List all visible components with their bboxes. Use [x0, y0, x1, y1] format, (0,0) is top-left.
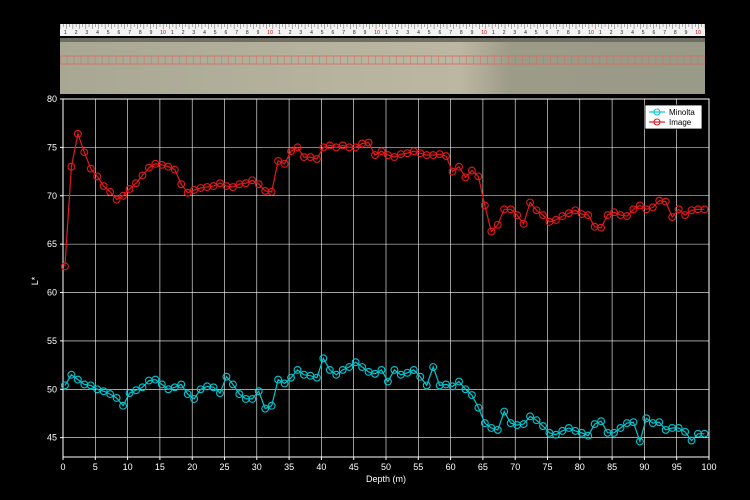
y-axis-title: L* [30, 276, 40, 285]
x-tick-label: 5 [93, 462, 98, 472]
legend: MinoltaImage [644, 104, 703, 130]
x-axis-ticks: 0 5 10 15 20 25 30 35 40 45 50 55 60 65 70 75 80 85 90 95 10… [60, 457, 717, 472]
y-tick-label: 55 [47, 336, 57, 346]
legend-image-label: Image [669, 118, 692, 127]
x-tick-label: 50 [381, 462, 391, 472]
x-tick-label: 55 [413, 462, 423, 472]
x-tick-label: 65 [478, 462, 488, 472]
x-tick-label: 60 [446, 462, 456, 472]
y-tick-label: 80 [47, 94, 57, 104]
x-tick-label: 70 [510, 462, 520, 472]
x-tick-label: 80 [575, 462, 585, 472]
x-tick-label: 15 [155, 462, 165, 472]
x-tick-label: 100 [701, 462, 716, 472]
x-axis-title: Depth (m) [366, 474, 406, 484]
y-tick-label: 65 [47, 239, 57, 249]
y-tick-label: 60 [47, 288, 57, 298]
y-tick-label: 45 [47, 433, 57, 443]
x-tick-label: 90 [639, 462, 649, 472]
data-series [60, 129, 709, 446]
x-tick-label: 95 [672, 462, 682, 472]
y-tick-label: 50 [47, 384, 57, 394]
lightness-chart: 0 5 10 15 20 25 30 35 40 45 50 55 60 65 70 75 80 85 90 95 10… [30, 94, 717, 484]
x-tick-label: 25 [219, 462, 229, 472]
x-tick-label: 75 [542, 462, 552, 472]
y-tick-label: 70 [47, 191, 57, 201]
x-tick-label: 0 [60, 462, 65, 472]
legend-minolta-label: Minolta [669, 108, 695, 117]
x-tick-label: 10 [123, 462, 133, 472]
x-tick-label: 40 [316, 462, 326, 472]
y-tick-label: 75 [47, 142, 57, 152]
x-tick-label: 45 [349, 462, 359, 472]
y-axis-ticks: 45 50 55 60 65 70 75 80 [47, 94, 63, 443]
minolta-series [60, 354, 709, 446]
x-tick-label: 30 [252, 462, 262, 472]
image-series [60, 129, 709, 271]
x-tick-label: 35 [284, 462, 294, 472]
x-tick-label: 20 [187, 462, 197, 472]
x-tick-label: 85 [607, 462, 617, 472]
